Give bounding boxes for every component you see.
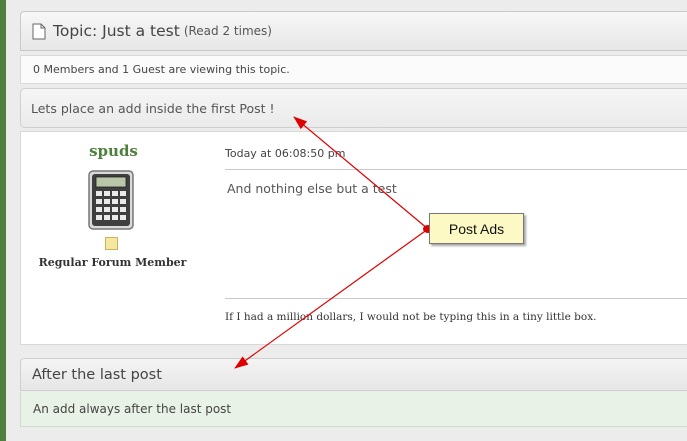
after-last-post-header: After the last post (20, 358, 687, 391)
topic-title: Topic: Just a test (53, 22, 180, 40)
post-divider-top (225, 169, 687, 170)
forum-topic-page: Topic: Just a test (Read 2 times) 0 Memb… (0, 0, 687, 441)
calculator-icon[interactable] (87, 169, 135, 231)
first-post: spuds Regular Forum Member Today at 06:0… (20, 131, 687, 345)
post-body: And nothing else but a test (227, 181, 397, 196)
left-accent-rail (0, 0, 6, 441)
rank-star-icon (105, 237, 118, 250)
topic-header: Topic: Just a test (Read 2 times) (20, 11, 687, 51)
document-icon (32, 23, 46, 40)
topic-read-count: (Read 2 times) (183, 24, 272, 38)
in-post-ad-banner: Lets place an add inside the first Post … (20, 88, 687, 128)
post-date[interactable]: Today at 06:08:50 pm (225, 147, 345, 160)
viewers-info: 0 Members and 1 Guest are viewing this t… (20, 55, 687, 84)
post-divider-bottom (225, 298, 687, 299)
after-last-post-ad: An add always after the last post (20, 392, 687, 427)
post-signature: If I had a million dollars, I would not … (225, 311, 597, 323)
poster-name-link[interactable]: spuds (21, 142, 206, 160)
post-ads-callout: Post Ads (429, 213, 524, 244)
rank-title: Regular Forum Member (38, 256, 187, 269)
